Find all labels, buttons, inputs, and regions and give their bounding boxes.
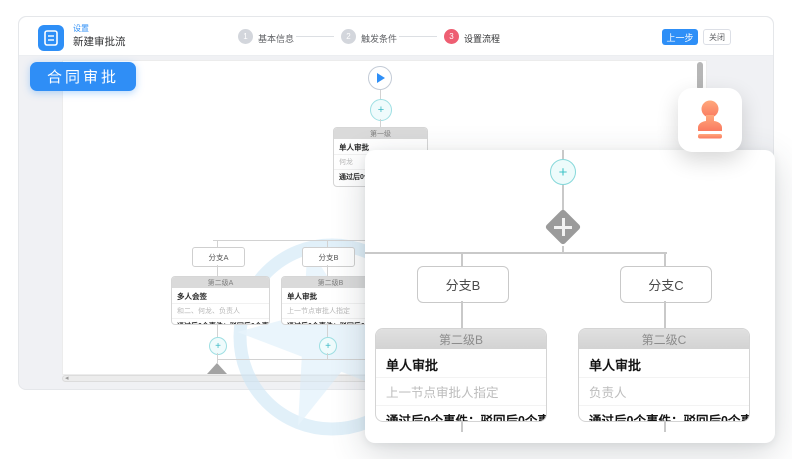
node-branch-c-zoom[interactable]: 分支C <box>620 266 712 303</box>
node-title: 第二级B <box>376 329 546 349</box>
breadcrumb-category[interactable]: 设置 <box>73 23 89 34</box>
events: 通过后0个事件；驳回后0个事件 <box>172 318 269 325</box>
vertical-scrollbar-thumb[interactable] <box>697 62 703 90</box>
assignee: 负责人 <box>579 377 749 405</box>
step-connector <box>399 36 437 37</box>
assignee: 和二、何龙、负责人 <box>172 303 269 318</box>
approve-type: 单人审批 <box>579 349 749 377</box>
play-icon[interactable] <box>368 66 392 90</box>
screenshot-root: 设置 新建审批流 1 基本信息 2 触发条件 3 设置流程 上一步 关闭 ◂ 合… <box>0 0 792 459</box>
step-3-label[interactable]: 设置流程 <box>464 32 500 45</box>
flow-name-tag: 合同审批 <box>30 62 136 91</box>
stamp-icon <box>678 88 742 152</box>
form-icon <box>38 25 64 51</box>
node-level-2b-zoom[interactable]: 第二级B 单人审批 上一节点审批人指定 通过后0个事件；驳回后0个事件 <box>375 328 547 422</box>
add-node-icon[interactable]: + <box>370 99 392 121</box>
node-title: 第二级C <box>579 329 749 349</box>
add-node-icon[interactable]: + <box>550 159 576 185</box>
node-level-2c-zoom[interactable]: 第二级C 单人审批 负责人 通过后0个事件；驳回后0个事件 <box>578 328 750 422</box>
approve-type: 多人会签 <box>172 288 269 303</box>
step-1-circle[interactable]: 1 <box>238 29 253 44</box>
step-connector <box>296 36 334 37</box>
add-node-icon[interactable]: + <box>319 337 337 355</box>
close-button[interactable]: 关闭 <box>703 29 731 45</box>
node-branch-b[interactable]: 分支B <box>302 247 355 267</box>
step-3-circle[interactable]: 3 <box>444 29 459 44</box>
step-2-label[interactable]: 触发条件 <box>361 32 397 45</box>
node-title: 第一级 <box>334 128 427 139</box>
approve-type: 单人审批 <box>376 349 546 377</box>
previous-step-button[interactable]: 上一步 <box>662 29 698 45</box>
step-2-circle[interactable]: 2 <box>341 29 356 44</box>
node-title: 第二级A <box>172 277 269 288</box>
node-branch-a[interactable]: 分支A <box>192 247 245 267</box>
step-1-label[interactable]: 基本信息 <box>258 32 294 45</box>
assignee: 上一节点审批人指定 <box>376 377 546 405</box>
node-level-2a[interactable]: 第二级A 多人会签 和二、何龙、负责人 通过后0个事件；驳回后0个事件 <box>171 276 270 325</box>
scrollbar-left-arrow-icon[interactable]: ◂ <box>65 374 69 382</box>
page-title: 新建审批流 <box>73 34 126 49</box>
add-node-icon[interactable]: + <box>209 337 227 355</box>
node-branch-b-zoom[interactable]: 分支B <box>417 266 509 303</box>
end-triangle-icon <box>207 363 227 374</box>
